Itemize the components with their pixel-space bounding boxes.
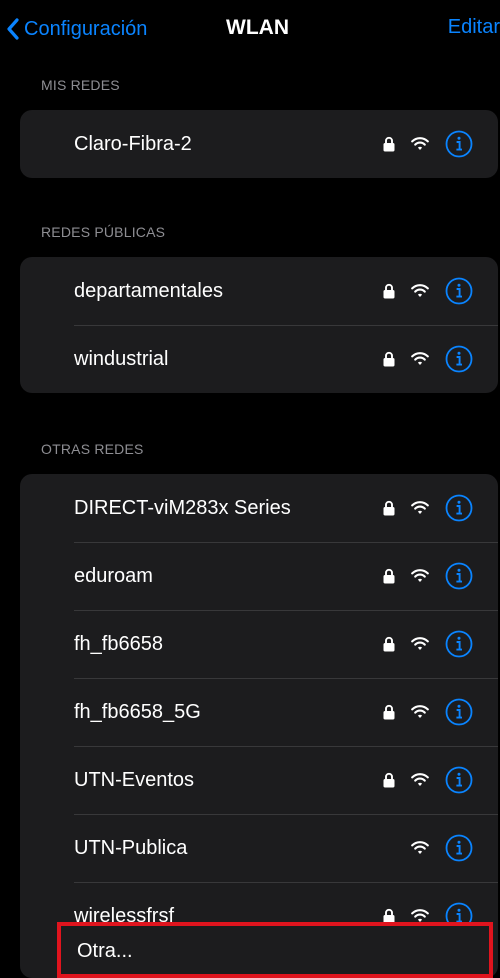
network-name: windustrial [74,348,169,370]
network-name: UTN-Eventos [74,769,195,791]
public-networks-list: departamentales windustrial [20,257,498,393]
other-network-label: Otra... [77,940,133,962]
lock-icon [383,136,395,152]
section-header-my-networks: MIS REDES [41,77,120,93]
navigation-bar: Configuración WLAN Editar [0,0,500,64]
network-row[interactable]: fh_fb6658 [20,610,498,678]
edit-button[interactable]: Editar [448,16,500,39]
wifi-icon [411,705,429,718]
lock-icon [383,500,395,516]
wifi-icon [411,352,429,365]
network-name: fh_fb6658_5G [74,701,201,723]
lock-icon [383,704,395,720]
network-row[interactable]: UTN-Eventos [20,746,498,814]
network-row[interactable]: UTN-Publica [20,814,498,882]
wifi-icon [411,284,429,297]
wifi-icon [411,137,429,150]
network-name: departamentales [74,280,223,302]
other-networks-list: DIRECT-viM283x Series eduroam fh_fb6658 fh_… [20,474,498,978]
lock-icon [383,351,395,367]
info-icon[interactable] [444,697,474,727]
info-icon[interactable] [444,129,474,159]
chevron-left-icon [7,18,19,40]
other-network-button[interactable]: Otra... [57,922,493,978]
info-icon[interactable] [444,493,474,523]
my-networks-list: Claro-Fibra-2 [20,110,498,178]
lock-icon [383,772,395,788]
wifi-icon [411,501,429,514]
network-name: UTN-Publica [74,837,188,859]
network-name: DIRECT-viM283x Series [74,497,291,519]
info-icon[interactable] [444,833,474,863]
page-title: WLAN [226,16,289,39]
back-button[interactable]: Configuración [6,14,147,44]
wifi-icon [411,773,429,786]
wifi-icon [411,909,429,922]
info-icon[interactable] [444,276,474,306]
network-row[interactable]: fh_fb6658_5G [20,678,498,746]
lock-icon [383,283,395,299]
network-row[interactable]: windustrial [20,325,498,393]
wifi-icon [411,637,429,650]
wifi-icon [411,841,429,854]
info-icon[interactable] [444,765,474,795]
back-button-label: Configuración [24,17,148,40]
info-icon[interactable] [444,629,474,659]
network-row[interactable]: DIRECT-viM283x Series [20,474,498,542]
section-header-other-networks: OTRAS REDES [41,441,144,457]
network-name: eduroam [74,565,153,587]
network-row[interactable]: Claro-Fibra-2 [20,110,498,178]
info-icon[interactable] [444,344,474,374]
section-header-public-networks: REDES PÚBLICAS [41,224,166,240]
network-row[interactable]: eduroam [20,542,498,610]
network-name: fh_fb6658 [74,633,163,655]
network-name: Claro-Fibra-2 [74,133,192,155]
wifi-icon [411,569,429,582]
network-row[interactable]: departamentales [20,257,498,325]
lock-icon [383,568,395,584]
info-icon[interactable] [444,561,474,591]
lock-icon [383,636,395,652]
